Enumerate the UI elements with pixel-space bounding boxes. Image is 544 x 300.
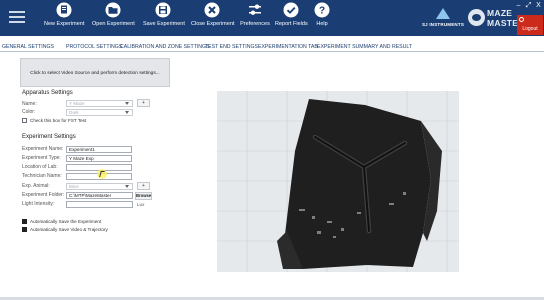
new-experiment-button[interactable]: New Experiment	[44, 2, 84, 34]
exp-animal-label: Exp. Animal:	[22, 183, 50, 189]
chevron-down-icon	[125, 111, 129, 114]
report-fields-button[interactable]: Report Fields	[275, 2, 308, 34]
close-window-button[interactable]: X	[534, 1, 543, 11]
app-window: New Experiment Open Experiment Save Expe…	[0, 0, 544, 300]
restore-button[interactable]: ⤢	[524, 1, 533, 11]
mouse-cursor-icon	[97, 169, 107, 179]
sj-instruments-logo: SJ INSTRUMENTS	[418, 4, 468, 32]
video-preview	[217, 91, 459, 272]
open-experiment-label: Open Experiment	[92, 21, 135, 27]
browse-button[interactable]: Browse	[135, 192, 152, 200]
y-maze-video-frame	[217, 91, 459, 272]
apparatus-name-value: Y Maze	[69, 101, 85, 106]
light-intensity-input[interactable]	[66, 201, 133, 208]
checklist-icon	[283, 2, 299, 18]
select-video-source-button[interactable]: Click to select Video Source and perform…	[20, 58, 170, 87]
folder-icon	[105, 2, 121, 18]
power-icon	[519, 17, 524, 22]
settings-tabs: GENERAL SETTINGS PROTOCOL SETTINGS CALIB…	[0, 42, 544, 52]
general-settings-panel: Click to select Video Source and perform…	[18, 55, 171, 295]
add-apparatus-button[interactable]: +	[137, 99, 150, 107]
preferences-label: Preferences	[240, 21, 270, 27]
svg-text:?: ?	[319, 6, 325, 17]
experiment-type-label: Experiment Type:	[22, 155, 61, 161]
help-button[interactable]: ? Help	[312, 2, 332, 34]
window-controls: – ⤢ X	[514, 1, 544, 13]
auto-save-experiment-checkbox[interactable]	[22, 219, 27, 224]
light-intensity-label: Light Intensity:	[22, 201, 55, 207]
mountain-icon	[436, 8, 450, 19]
close-experiment-button[interactable]: Close Experiment	[191, 2, 235, 34]
hamburger-menu-icon[interactable]	[3, 3, 31, 31]
save-icon	[155, 2, 171, 18]
save-experiment-label: Save Experiment	[143, 21, 185, 27]
help-label: Help	[316, 21, 328, 27]
experiment-type-input[interactable]: Y Maze Exp	[66, 155, 132, 162]
new-experiment-icon	[56, 2, 72, 18]
logout-label: Logout	[522, 26, 538, 32]
chevron-down-icon	[125, 102, 129, 105]
fst-test-checkbox[interactable]	[22, 118, 27, 123]
preferences-button[interactable]: Preferences	[239, 2, 271, 34]
tab-general-settings[interactable]: GENERAL SETTINGS	[2, 42, 54, 52]
experiment-settings-title: Experiment Settings	[22, 134, 76, 140]
apparatus-name-select[interactable]: Y Maze	[66, 100, 133, 107]
sliders-icon	[249, 4, 261, 15]
experiment-name-label: Experiment Name:	[22, 146, 64, 152]
auto-save-experiment-label: Automatically Save the Experiment	[30, 219, 102, 224]
auto-save-video-checkbox[interactable]	[22, 227, 27, 232]
add-animal-button[interactable]: +	[137, 182, 150, 190]
report-fields-label: Report Fields	[275, 21, 308, 27]
tab-protocol-settings[interactable]: PROTOCOL SETTINGS	[66, 42, 122, 52]
brand-logo: SJ INSTRUMENTS MAZE MASTER	[418, 4, 524, 32]
maze-master-text-line1: MAZE	[487, 8, 513, 18]
apparatus-name-label: Name:	[22, 101, 37, 107]
new-experiment-label: New Experiment	[44, 21, 85, 27]
exp-animal-value: Mice	[69, 184, 79, 189]
location-label: Location of Lab:	[22, 164, 58, 170]
technician-label: Technician Name:	[22, 173, 62, 179]
maze-master-logo: MAZE MASTER	[468, 4, 524, 32]
apparatus-color-label: Color:	[22, 109, 36, 115]
help-icon: ?	[314, 2, 330, 18]
apparatus-color-select[interactable]: Dark	[66, 109, 133, 116]
save-experiment-button[interactable]: Save Experiment	[143, 2, 185, 34]
tab-experiment-summary[interactable]: EXPERIMENT SUMMARY AND RESULT	[317, 42, 412, 52]
lux-unit-label: Lux	[137, 202, 145, 207]
open-experiment-button[interactable]: Open Experiment	[92, 2, 135, 34]
auto-save-video-label: Automatically Save Video & Trajectory	[30, 227, 108, 232]
maze-master-emblem-icon	[468, 9, 485, 26]
fst-test-label: Check this box for FST Test	[30, 118, 87, 123]
experiment-folder-input[interactable]: C:\MTP\MazeMaster	[66, 192, 133, 199]
chevron-down-icon	[125, 185, 129, 188]
exp-animal-select[interactable]: Mice	[66, 183, 133, 190]
minimize-button[interactable]: –	[514, 1, 523, 11]
logout-button[interactable]: Logout	[517, 15, 543, 35]
apparatus-settings-title: Apparatus Settings	[22, 90, 73, 96]
apparatus-color-value: Dark	[69, 110, 79, 115]
close-experiment-label: Close Experiment	[191, 21, 235, 27]
tab-calibration-zone-settings[interactable]: CALIBRATION AND ZONE SETTINGS	[120, 42, 210, 52]
tab-test-end-settings[interactable]: TEST END SETTINGS	[205, 42, 258, 52]
experiment-folder-label: Experiment Folder:	[22, 192, 65, 198]
top-toolbar: New Experiment Open Experiment Save Expe…	[0, 0, 544, 36]
close-circle-icon	[204, 2, 220, 18]
tab-experimentation[interactable]: EXPERIMENTATION TAB	[258, 42, 318, 52]
experiment-name-input[interactable]: Experiment1	[66, 146, 132, 153]
sj-instruments-text: SJ INSTRUMENTS	[421, 22, 465, 27]
